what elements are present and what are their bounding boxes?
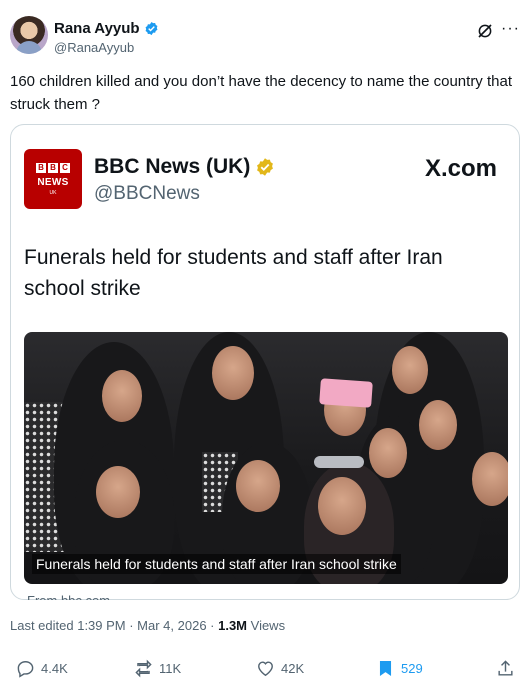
- more-icon[interactable]: ···: [501, 20, 520, 38]
- verified-icon: [145, 21, 158, 36]
- author-handle[interactable]: @RanaAyyub: [54, 40, 134, 55]
- reply-icon: [17, 661, 34, 678]
- reply-button[interactable]: 4.4K: [16, 659, 68, 678]
- avatar[interactable]: [10, 16, 48, 54]
- repost-icon: [135, 659, 152, 678]
- author-name-row: Rana Ayyub: [54, 20, 159, 37]
- author-name[interactable]: Rana Ayyub: [54, 20, 140, 37]
- views-label: Views: [247, 618, 286, 633]
- card-domain[interactable]: From bbc.com: [27, 591, 110, 600]
- like-button[interactable]: 42K: [256, 659, 304, 678]
- action-bar: 4.4K 11K 42K 529: [10, 659, 522, 683]
- edited-timestamp[interactable]: Last edited 1:39 PM · Mar 4, 2026 ·: [10, 618, 218, 633]
- bbc-news-logo: B B C NEWS UK: [24, 149, 82, 209]
- image-caption: Funerals held for students and staff aft…: [32, 554, 401, 574]
- repost-count: 11K: [159, 661, 182, 676]
- grok-icon[interactable]: [476, 22, 494, 40]
- bookmark-button[interactable]: 529: [376, 659, 423, 678]
- site-label: X.com: [424, 155, 497, 182]
- reply-count: 4.4K: [41, 661, 68, 676]
- share-icon: [498, 660, 513, 676]
- tweet-meta: Last edited 1:39 PM · Mar 4, 2026 · 1.3M…: [10, 618, 285, 633]
- bookmark-count: 529: [401, 661, 423, 676]
- tweet-header: Rana Ayyub @RanaAyyub ···: [10, 16, 522, 60]
- link-card[interactable]: B B C NEWS UK BBC News (UK) @BBCNews X.c…: [10, 124, 520, 600]
- source-handle: @BBCNews: [94, 183, 200, 204]
- views-count: 1.3M: [218, 618, 248, 633]
- repost-button[interactable]: 11K: [134, 659, 181, 678]
- gold-verified-icon: [257, 158, 274, 176]
- news-photo: Funerals held for students and staff aft…: [24, 332, 508, 584]
- sunglasses-in-photo: [314, 456, 364, 468]
- source-name: BBC News (UK): [94, 155, 251, 178]
- bookmark-icon: [379, 660, 392, 677]
- phone-in-photo: [319, 378, 373, 408]
- share-button[interactable]: [496, 659, 515, 678]
- source-name-row: BBC News (UK): [94, 155, 275, 179]
- like-icon: [258, 661, 273, 677]
- tweet-text: 160 children killed and you don’t have t…: [10, 73, 512, 113]
- like-count: 42K: [281, 661, 305, 676]
- card-headline: Funerals held for students and staff aft…: [24, 246, 443, 300]
